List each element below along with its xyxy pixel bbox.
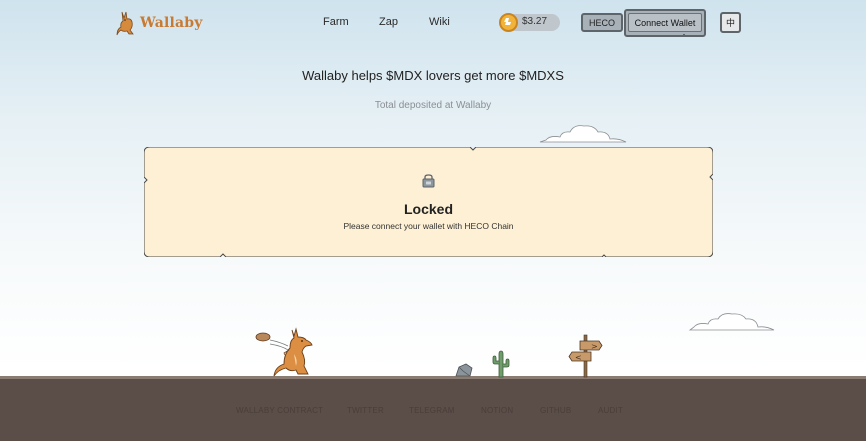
cloud-icon bbox=[539, 125, 627, 143]
footer-link-contract[interactable]: WALLABY CONTRACT bbox=[236, 406, 323, 415]
footer-link-twitter[interactable]: TWITTER bbox=[347, 406, 384, 415]
card-title: Locked bbox=[403, 201, 453, 217]
chain-selector-button[interactable]: HECO bbox=[581, 13, 623, 32]
connect-wallet-label: Connect Wallet bbox=[634, 17, 696, 28]
locked-card: Locked Please connect your wallet with H… bbox=[144, 147, 713, 257]
nav-wiki[interactable]: Wiki bbox=[429, 16, 450, 28]
cloud-icon-2 bbox=[688, 313, 775, 331]
connect-wallet-button[interactable]: Connect Wallet bbox=[624, 9, 706, 37]
footer-links: WALLABY CONTRACT TWITTER TELEGRAM NOTION… bbox=[0, 406, 866, 418]
nav-farm[interactable]: Farm bbox=[323, 16, 349, 28]
language-label: 中 bbox=[725, 18, 735, 28]
button-notch bbox=[683, 34, 685, 37]
connect-wallet-label-box: Connect Wallet bbox=[628, 13, 702, 32]
footer-link-audit[interactable]: AUDIT bbox=[598, 406, 623, 415]
cactus-icon bbox=[492, 350, 510, 378]
footer-link-notion[interactable]: NOTION bbox=[481, 406, 513, 415]
token-price-value: $3.27 bbox=[522, 16, 548, 27]
page-headline: Wallaby helps $MDX lovers get more $MDXS bbox=[302, 68, 564, 83]
header: Wallaby Farm Zap Wiki $3.27 HECO Connect… bbox=[0, 0, 866, 46]
kangaroo-illustration bbox=[255, 327, 313, 377]
signpost-icon: > < bbox=[568, 334, 603, 378]
nav-zap[interactable]: Zap bbox=[379, 16, 398, 28]
card-content: Locked Please connect your wallet with H… bbox=[144, 147, 713, 257]
language-toggle-button[interactable]: 中 bbox=[720, 12, 741, 33]
rock-icon bbox=[455, 363, 473, 377]
chain-label: HECO bbox=[588, 17, 615, 28]
signpost-left-arrow: < bbox=[575, 353, 582, 362]
footer-link-telegram[interactable]: TELEGRAM bbox=[409, 406, 455, 415]
signpost-right-arrow: > bbox=[591, 342, 598, 351]
lock-icon bbox=[422, 174, 435, 188]
total-deposited-label: Total deposited at Wallaby bbox=[374, 100, 492, 111]
card-message: Please connect your wallet with HECO Cha… bbox=[343, 221, 514, 231]
mdx-coin-icon bbox=[499, 13, 518, 32]
footer-link-github[interactable]: GITHUB bbox=[540, 406, 571, 415]
token-price-badge: $3.27 bbox=[499, 13, 560, 32]
